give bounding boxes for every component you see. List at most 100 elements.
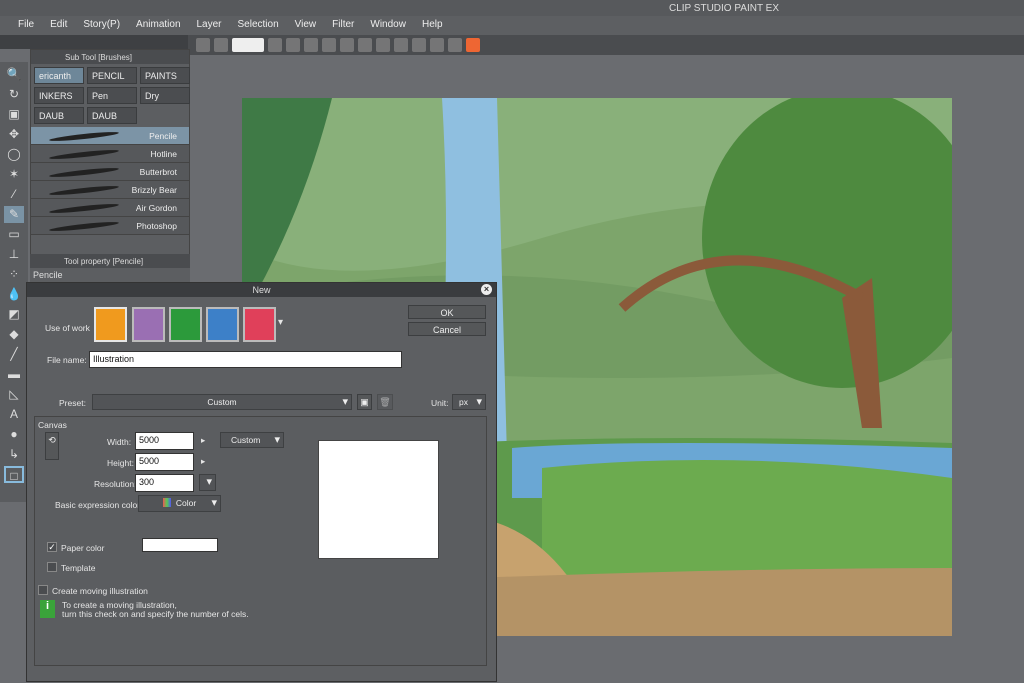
tool-property-panel: Tool property [Pencile] Pencile [30, 254, 190, 284]
subtool-group-pencil[interactable]: PENCIL [87, 67, 137, 84]
grid-icon[interactable] [196, 38, 210, 52]
width-input[interactable]: 5000 [135, 432, 194, 450]
size-preset-dropdown[interactable]: Custom [220, 432, 284, 448]
paper-color-checkbox[interactable]: ✓ [47, 542, 57, 552]
new-file-icon[interactable] [268, 38, 282, 52]
delete-preset-icon[interactable]: 🗑 [377, 394, 393, 410]
decoration-icon[interactable]: ⊥ [4, 246, 24, 263]
dialog-title-bar: New × [27, 283, 496, 297]
magic-wand-icon[interactable]: ✶ [4, 166, 24, 183]
correct-line-icon[interactable]: ↳ [4, 446, 24, 463]
preset-dropdown[interactable]: Custom [92, 394, 352, 410]
clip-studio-icon[interactable] [232, 38, 264, 52]
brush-item[interactable]: Air Gordon [31, 199, 189, 217]
swap-orientation-icon[interactable]: ⟲ [45, 432, 59, 460]
layout-icon[interactable] [214, 38, 228, 52]
ok-button[interactable]: OK [408, 305, 486, 319]
brush-label: Pencile [149, 131, 177, 141]
menu-filter[interactable]: Filter [324, 16, 362, 35]
cancel-button[interactable]: Cancel [408, 322, 486, 336]
menu-edit[interactable]: Edit [42, 16, 75, 35]
menu-bar: File Edit Story(P) Animation Layer Selec… [0, 16, 1024, 35]
balloon-icon[interactable]: ● [4, 426, 24, 443]
illustration-use-icon[interactable] [94, 307, 127, 342]
file-name-input[interactable]: Illustration [89, 351, 402, 368]
subtool-group-dry[interactable]: Dry [140, 87, 190, 104]
text-tool-icon[interactable]: A [4, 406, 24, 423]
brush-label: Photoshop [136, 221, 177, 231]
create-moving-illustration-checkbox[interactable] [38, 585, 48, 595]
brush-item[interactable]: Butterbrot [31, 163, 189, 181]
eraser-icon[interactable]: ▭ [4, 226, 24, 243]
save-preset-icon[interactable]: ▣ [357, 394, 372, 410]
new-document-dialog: New × Use of work ▾ OK Cancel File name:… [26, 282, 497, 682]
ruler-icon[interactable] [412, 38, 426, 52]
undo-icon[interactable] [322, 38, 336, 52]
width-arrow-icon[interactable]: ▸ [201, 435, 205, 446]
menu-layer[interactable]: Layer [189, 16, 230, 35]
close-icon[interactable]: × [481, 284, 492, 295]
ruler-tool-icon[interactable]: ◺ [4, 386, 24, 403]
sub-tool-title: Sub Tool [Brushes] [31, 50, 189, 64]
comic-use-icon[interactable] [132, 307, 165, 342]
subtool-group-ericanth[interactable]: ericanth [34, 67, 84, 84]
menu-file[interactable]: File [10, 16, 42, 35]
airbrush-icon[interactable]: ⁘ [4, 266, 24, 283]
resolution-input[interactable]: 300 [135, 474, 194, 492]
color-wheel-icon[interactable] [466, 38, 480, 52]
brush-item[interactable]: Hotline [31, 145, 189, 163]
height-input[interactable]: 5000 [135, 453, 194, 471]
transform-icon[interactable] [358, 38, 372, 52]
line-icon[interactable]: ╱ [4, 346, 24, 363]
open-file-icon[interactable] [286, 38, 300, 52]
menu-help[interactable]: Help [414, 16, 451, 35]
lasso-tool-icon[interactable]: ◯ [4, 146, 24, 163]
animation-use-icon[interactable] [243, 307, 276, 342]
menu-animation[interactable]: Animation [128, 16, 188, 35]
brush-item[interactable]: Photoshop [31, 217, 189, 235]
print-use-icon[interactable] [206, 307, 239, 342]
fill-icon[interactable] [376, 38, 390, 52]
gradient-icon[interactable]: ◩ [4, 306, 24, 323]
menu-story[interactable]: Story(P) [75, 16, 128, 35]
subtool-group-paints[interactable]: PAINTS [140, 67, 190, 84]
save-icon[interactable] [304, 38, 318, 52]
blend-icon[interactable]: 💧 [4, 286, 24, 303]
basic-color-dropdown[interactable]: Color [138, 495, 221, 512]
canvas-preview [318, 440, 439, 559]
template-checkbox[interactable] [47, 562, 57, 572]
brush-item[interactable]: Brizzly Bear [31, 181, 189, 199]
zoom-tool-icon[interactable]: 🔍 [4, 66, 24, 83]
move-tool-icon[interactable]: ✥ [4, 126, 24, 143]
unit-dropdown[interactable]: px [452, 394, 486, 410]
eyedropper-icon[interactable]: ⁄ [4, 186, 24, 203]
resolution-dropdown[interactable] [199, 474, 216, 491]
rotate-tool-icon[interactable]: ↻ [4, 86, 24, 103]
subtool-group-inkers[interactable]: INKERS [34, 87, 84, 104]
basic-color-label: Basic expression color: [55, 500, 143, 510]
subtool-group-daub-2[interactable]: DAUB [87, 107, 137, 124]
paper-color-swatch[interactable] [142, 538, 218, 552]
frame-icon[interactable]: ▬ [4, 366, 24, 383]
brush-item[interactable]: Pencile [31, 127, 189, 145]
use-of-work-label: Use of work [45, 323, 90, 333]
clear-icon[interactable] [394, 38, 408, 52]
menu-window[interactable]: Window [362, 16, 414, 35]
canvas-label: Canvas [38, 420, 67, 430]
menu-selection[interactable]: Selection [230, 16, 287, 35]
use-of-work-dropdown-icon[interactable]: ▾ [278, 317, 283, 328]
snap-icon[interactable] [430, 38, 444, 52]
subtool-group-pen[interactable]: Pen [87, 87, 137, 104]
menu-view[interactable]: View [287, 16, 325, 35]
panel-collapse-bar[interactable] [0, 35, 188, 49]
subtool-group-daub-1[interactable]: DAUB [34, 107, 84, 124]
height-arrow-icon[interactable]: ▸ [201, 456, 205, 467]
color-swatch-icon[interactable]: □ [4, 466, 24, 483]
tool-property-title: Tool property [Pencile] [30, 254, 190, 268]
operation-tool-icon[interactable]: ▣ [4, 106, 24, 123]
fill-tool-icon[interactable]: ◆ [4, 326, 24, 343]
book-use-icon[interactable] [169, 307, 202, 342]
pen-tool-icon[interactable]: ✎ [4, 206, 24, 223]
layers-icon[interactable] [448, 38, 462, 52]
redo-icon[interactable] [340, 38, 354, 52]
